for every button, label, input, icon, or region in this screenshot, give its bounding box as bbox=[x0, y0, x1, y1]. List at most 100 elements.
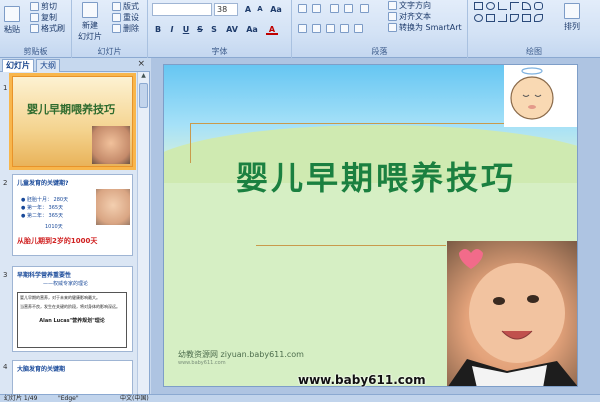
arc-shape-icon[interactable] bbox=[522, 2, 531, 10]
connector-shape-icon[interactable] bbox=[510, 2, 519, 10]
tab-slides[interactable]: 幻灯片 bbox=[2, 59, 34, 72]
thumbnail-subtitle: ——权威专家的理论 bbox=[43, 281, 89, 287]
baby-photo bbox=[447, 241, 577, 386]
panel-tabs: 幻灯片 大纲 × bbox=[0, 58, 150, 72]
slide-thumbnail-4[interactable]: 大脑发育的关键期 bbox=[12, 360, 133, 394]
baby-photo-thumb bbox=[92, 126, 130, 164]
delete-icon bbox=[112, 24, 121, 33]
change-case-button[interactable]: Aa bbox=[244, 24, 260, 35]
baby-photo-thumb bbox=[96, 189, 130, 225]
slide-title[interactable]: 婴儿早期喂养技巧 bbox=[206, 153, 546, 199]
cut-button[interactable]: 剪切 bbox=[30, 1, 57, 12]
group-label: 字体 bbox=[211, 47, 228, 56]
scroll-up-icon[interactable]: ▲ bbox=[138, 72, 149, 82]
thumbnail-title: 婴儿早期喂养技巧 bbox=[27, 103, 115, 116]
slide-footer: 幼教资源网 ziyuan.baby611.com bbox=[178, 350, 304, 359]
cartoon-baby-icon bbox=[510, 67, 554, 120]
language-indicator[interactable]: 中文(中国) bbox=[120, 395, 149, 402]
group-label: 幻灯片 bbox=[97, 47, 122, 56]
justify-icon[interactable] bbox=[340, 24, 349, 33]
curve-shape-icon[interactable] bbox=[510, 14, 519, 22]
scroll-thumb[interactable] bbox=[139, 83, 148, 108]
line-shape-icon[interactable] bbox=[498, 2, 507, 10]
arrange-button[interactable]: 排列 bbox=[564, 3, 580, 32]
reset-icon bbox=[112, 13, 121, 22]
line-spacing-icon[interactable] bbox=[360, 4, 369, 13]
group-label: 段落 bbox=[371, 47, 388, 56]
paragraph-group: 文字方向 对齐文本 转换为 SmartArt 段落 bbox=[292, 0, 468, 58]
top-rule bbox=[190, 123, 504, 124]
square-shape-icon[interactable] bbox=[486, 14, 495, 22]
strike-button[interactable]: S bbox=[194, 24, 206, 35]
increase-indent-icon[interactable] bbox=[344, 4, 353, 13]
text-direction-button[interactable]: 文字方向 bbox=[388, 0, 431, 11]
callout-shape-icon[interactable] bbox=[534, 14, 543, 22]
thumbnail-title: 早期科学营养重要性 bbox=[17, 272, 72, 279]
thumbnail-caption: 从胎儿期到2岁的1000天 bbox=[17, 237, 98, 245]
text-direction-icon bbox=[388, 1, 397, 10]
rounded-rect-shape-icon[interactable] bbox=[534, 2, 543, 10]
slide-thumbnail-2[interactable]: 儿童发育的关键期? ● 胚胎十月： 280天 ● 第一年： 365天 ● 第二年… bbox=[12, 174, 133, 256]
elbow-shape-icon[interactable] bbox=[498, 14, 507, 22]
char-spacing-button[interactable]: AV bbox=[224, 24, 240, 35]
slide-number: 4 bbox=[3, 363, 8, 371]
layout-icon bbox=[112, 2, 121, 11]
shadow-button[interactable]: S bbox=[208, 24, 220, 35]
layout-button[interactable]: 版式 bbox=[112, 1, 139, 12]
theme-name: "Edge" bbox=[58, 395, 79, 402]
rectangle-shape-icon[interactable] bbox=[474, 2, 483, 10]
bold-button[interactable]: B bbox=[152, 24, 164, 35]
slide-number: 2 bbox=[3, 179, 8, 187]
panel-scrollbar[interactable]: ▲ bbox=[137, 72, 149, 394]
oval-shape-icon[interactable] bbox=[486, 2, 495, 10]
status-bar: 幻灯片 1/49 "Edge" 中文(中国) bbox=[0, 394, 600, 402]
group-label: 剪贴板 bbox=[23, 47, 48, 56]
slide-number: 1 bbox=[3, 84, 8, 92]
list-item: ● 胚胎十月： 280天 bbox=[21, 197, 69, 203]
underline-button[interactable]: U bbox=[180, 24, 192, 35]
cartoon-baby-image bbox=[504, 65, 577, 127]
new-slide-button[interactable]: 新建 幻灯片 bbox=[78, 2, 102, 42]
align-center-icon[interactable] bbox=[312, 24, 321, 33]
smartart-button[interactable]: 转换为 SmartArt bbox=[388, 22, 462, 33]
font-size-combo[interactable]: 38 bbox=[214, 3, 238, 16]
shrink-font-button[interactable]: A bbox=[254, 4, 266, 15]
list-item: ● 第二年： 365天 bbox=[21, 213, 64, 219]
align-right-icon[interactable] bbox=[326, 24, 335, 33]
close-icon[interactable]: × bbox=[137, 59, 145, 69]
bullets-icon[interactable] bbox=[298, 4, 307, 13]
numbering-icon[interactable] bbox=[312, 4, 321, 13]
reset-button[interactable]: 重设 bbox=[112, 12, 139, 23]
align-left-icon[interactable] bbox=[298, 24, 307, 33]
thumbnail-title: 大脑发育的关键期 bbox=[17, 366, 66, 373]
tab-outline[interactable]: 大纲 bbox=[36, 59, 60, 72]
current-slide[interactable]: 婴儿早期喂养技巧 幼教资源网 ziyuan.baby611.com www.ba… bbox=[163, 64, 578, 387]
slide-thumbnail-1[interactable]: 婴儿早期喂养技巧 bbox=[9, 73, 136, 170]
shapes-gallery[interactable] bbox=[474, 2, 558, 38]
copy-icon bbox=[30, 13, 39, 22]
decrease-indent-icon[interactable] bbox=[330, 4, 339, 13]
grow-font-button[interactable]: A bbox=[242, 4, 254, 15]
delete-slide-button[interactable]: 删除 bbox=[112, 23, 139, 34]
slide-footer-sub: www.baby611.com bbox=[178, 360, 226, 366]
thumbnail-title: 儿童发育的关键期? bbox=[17, 180, 69, 187]
font-name-combo[interactable] bbox=[152, 3, 212, 16]
slide-counter: 幻灯片 1/49 bbox=[4, 395, 38, 402]
align-text-button[interactable]: 对齐文本 bbox=[388, 11, 431, 22]
font-color-button[interactable]: A bbox=[266, 24, 278, 35]
drawing-group: 排列 绘图 bbox=[468, 0, 600, 58]
slide-number: 3 bbox=[3, 271, 8, 279]
scissors-icon bbox=[30, 2, 39, 11]
columns-icon[interactable] bbox=[354, 24, 363, 33]
star-shape-icon[interactable] bbox=[522, 14, 531, 22]
format-painter-button[interactable]: 格式刷 bbox=[30, 23, 65, 34]
clear-format-button[interactable]: Aa bbox=[270, 4, 282, 15]
slide-thumbnail-3[interactable]: 早期科学营养重要性 ——权威专家的理论 婴儿早期的营养，对于未来的健康影响最大。… bbox=[12, 266, 133, 352]
circle-shape-icon[interactable] bbox=[474, 14, 483, 22]
copy-button[interactable]: 复制 bbox=[30, 12, 57, 23]
font-group: 38 A A Aa B I U S S AV Aa A 字体 bbox=[148, 0, 292, 58]
brush-icon bbox=[30, 24, 39, 33]
italic-button[interactable]: I bbox=[166, 24, 178, 35]
paste-button[interactable]: 粘贴 bbox=[4, 6, 20, 35]
bottom-rule bbox=[256, 245, 446, 246]
